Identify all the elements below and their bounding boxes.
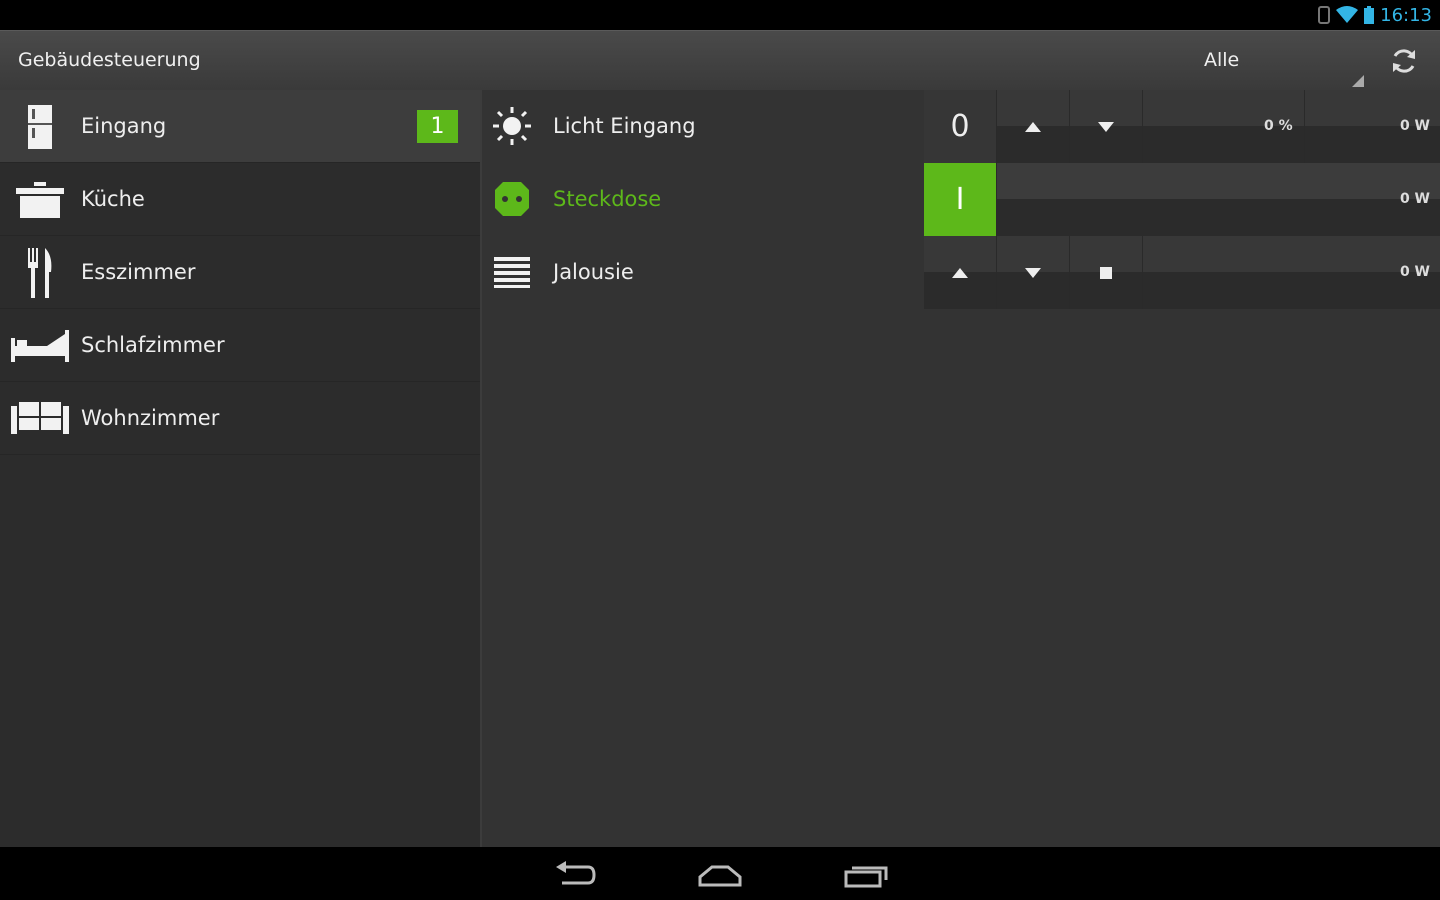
room-label: Küche [81, 187, 145, 211]
licht-controls: 0 0 % 0 W [924, 90, 1440, 163]
toggle-label: I [955, 182, 965, 217]
pot-icon [10, 175, 70, 225]
power-toggle-button[interactable]: I [924, 163, 997, 236]
room-label: Schlafzimmer [81, 333, 225, 357]
arrow-up-icon [1025, 121, 1041, 132]
dim-value: 0 [950, 109, 970, 144]
action-bar: Gebäudesteuerung Alle [0, 30, 1440, 90]
sofa-icon [10, 394, 70, 444]
steckdose-controls: I 0 W [924, 163, 1440, 236]
fridge-icon [10, 102, 70, 152]
spinner-arrow-icon [1352, 75, 1364, 87]
room-item-esszimmer[interactable]: Esszimmer [0, 236, 480, 309]
power-meter: 0 W [1399, 191, 1430, 207]
device-row-steckdose[interactable]: Steckdose [482, 163, 922, 236]
blind-down-button[interactable] [997, 236, 1070, 309]
filter-spinner[interactable]: Alle [1140, 31, 1370, 91]
recents-icon [844, 866, 888, 888]
home-icon [698, 865, 742, 887]
stop-icon [1100, 266, 1112, 279]
light-icon [490, 104, 534, 148]
power-meter: 0 W [1399, 264, 1430, 280]
navigation-bar [0, 847, 1440, 900]
back-button[interactable] [546, 857, 606, 893]
status-icons: 16:13 [1318, 4, 1432, 26]
dim-percent: 0 % [1264, 118, 1293, 134]
room-label: Eingang [81, 114, 167, 138]
room-item-eingang[interactable]: Eingang 1 [0, 90, 480, 163]
socket-icon [490, 177, 534, 221]
dim-down-button[interactable] [1070, 90, 1143, 163]
notification-icon [1318, 6, 1331, 24]
device-label: Licht Eingang [553, 114, 696, 138]
filter-label: Alle [1204, 49, 1240, 71]
back-icon [556, 861, 596, 885]
app-title: Gebäudesteuerung [18, 49, 201, 71]
room-list: Eingang 1 Küche Esszimmer Schlafzimmer W… [0, 90, 480, 847]
arrow-up-icon [952, 267, 968, 278]
device-count-badge: 1 [417, 110, 458, 143]
jalousie-controls: 0 W [924, 236, 1440, 309]
wifi-icon [1336, 6, 1359, 23]
recents-button[interactable] [836, 857, 896, 893]
room-item-schlafzimmer[interactable]: Schlafzimmer [0, 309, 480, 382]
value-display: 0 [924, 90, 997, 163]
blind-stop-button[interactable] [1070, 236, 1143, 309]
room-item-wohnzimmer[interactable]: Wohnzimmer [0, 382, 480, 455]
clock: 16:13 [1380, 4, 1432, 26]
device-label: Jalousie [553, 260, 634, 284]
room-label: Wohnzimmer [81, 406, 220, 430]
bed-icon [10, 321, 70, 371]
status-bar: 16:13 [0, 0, 1440, 30]
home-button[interactable] [690, 857, 750, 893]
dim-up-button[interactable] [997, 90, 1070, 163]
power-meter: 0 W [1399, 118, 1430, 134]
room-item-kueche[interactable]: Küche [0, 163, 480, 236]
refresh-icon [1393, 49, 1415, 73]
control-band [924, 163, 1440, 199]
refresh-button[interactable] [1380, 39, 1428, 83]
arrow-down-icon [1025, 267, 1041, 278]
cutlery-icon [10, 248, 70, 298]
arrow-down-icon [1098, 121, 1114, 132]
device-row-jalousie[interactable]: Jalousie [482, 236, 922, 309]
room-label: Esszimmer [81, 260, 196, 284]
blind-up-button[interactable] [924, 236, 997, 309]
device-row-licht-eingang[interactable]: Licht Eingang [482, 90, 922, 163]
blinds-icon [490, 250, 534, 294]
device-label: Steckdose [553, 187, 662, 211]
battery-icon [1364, 6, 1375, 24]
